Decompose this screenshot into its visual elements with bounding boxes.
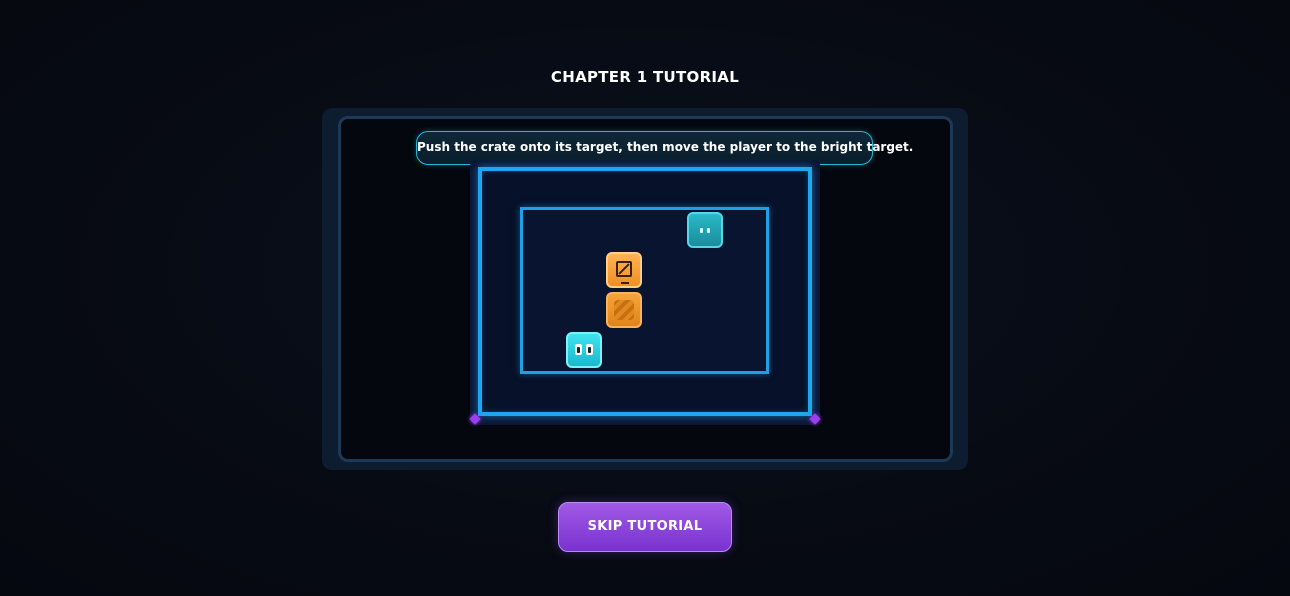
player-eye xyxy=(575,344,582,355)
tutorial-screen: CHAPTER 1 TUTORIAL Push the crate onto i… xyxy=(0,0,1290,596)
player-eye xyxy=(586,344,593,355)
player-icon[interactable] xyxy=(566,332,602,368)
page-title: CHAPTER 1 TUTORIAL xyxy=(550,68,740,86)
crate-target-icon xyxy=(606,292,642,328)
crate-icon[interactable] xyxy=(606,252,642,288)
board-play-area xyxy=(520,207,769,374)
crate-target-stripes xyxy=(614,300,634,320)
skip-tutorial-button[interactable]: SKIP TUTORIAL xyxy=(558,502,732,552)
crate-base-mark xyxy=(621,282,629,284)
target-eye xyxy=(700,228,703,233)
crate-box-mark xyxy=(616,261,632,277)
target-eye xyxy=(707,228,710,233)
player-target-icon xyxy=(687,212,723,248)
